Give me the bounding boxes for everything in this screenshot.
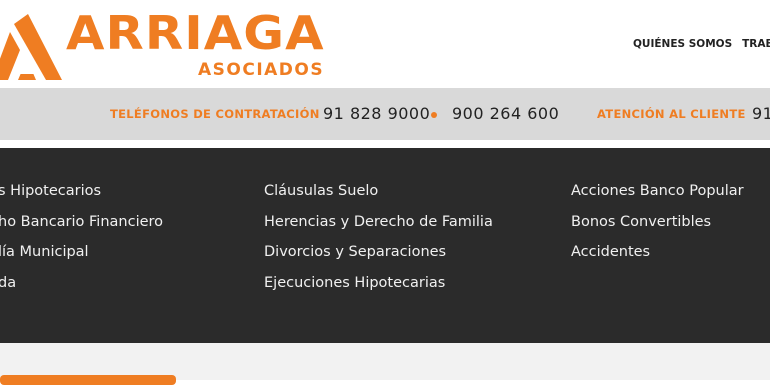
- menu-link-ejecuciones[interactable]: Ejecuciones Hipotecarias: [264, 275, 493, 306]
- customer-service-label: ATENCIÓN AL CLIENTE: [597, 107, 746, 121]
- cta-button[interactable]: [0, 375, 176, 385]
- menu-link-derecho-bancario[interactable]: ho Bancario Financiero: [0, 214, 163, 245]
- contract-phone-1[interactable]: 91 828 9000: [323, 88, 430, 140]
- separator-dot-icon: [431, 112, 437, 118]
- menu-link-vivienda[interactable]: da: [0, 275, 163, 306]
- menu-link-banco-popular[interactable]: Acciones Banco Popular: [571, 183, 744, 214]
- brand-subtitle: ASOCIADOS: [198, 60, 325, 80]
- menu-link-herencias[interactable]: Herencias y Derecho de Familia: [264, 214, 493, 245]
- menu-column-3: Acciones Banco Popular Bonos Convertible…: [571, 183, 744, 275]
- services-menu: s Hipotecarios ho Bancario Financiero lí…: [0, 148, 770, 343]
- site-header: ARRIAGA ASOCIADOS QUIÉNES SOMOS TRABA: [0, 0, 770, 88]
- menu-link-plusvalia-municipal[interactable]: lía Municipal: [0, 244, 163, 275]
- top-navigation: QUIÉNES SOMOS TRABA: [633, 38, 770, 50]
- logo-icon[interactable]: [0, 14, 64, 80]
- menu-link-bonos-convertibles[interactable]: Bonos Convertibles: [571, 214, 744, 245]
- menu-link-gastos-hipotecarios[interactable]: s Hipotecarios: [0, 183, 163, 214]
- menu-link-divorcios[interactable]: Divorcios y Separaciones: [264, 244, 493, 275]
- menu-link-clausulas-suelo[interactable]: Cláusulas Suelo: [264, 183, 493, 214]
- contract-phones-label: TELÉFONOS DE CONTRATACIÓN: [110, 107, 320, 121]
- brand-name[interactable]: ARRIAGA: [66, 10, 325, 56]
- contract-phone-2[interactable]: 900 264 600: [452, 88, 559, 140]
- nav-item-quienes-somos[interactable]: QUIÉNES SOMOS: [633, 38, 732, 50]
- menu-column-2: Cláusulas Suelo Herencias y Derecho de F…: [264, 183, 493, 305]
- menu-column-1: s Hipotecarios ho Bancario Financiero lí…: [0, 183, 163, 305]
- phone-bar: TELÉFONOS DE CONTRATACIÓN 91 828 9000 90…: [0, 88, 770, 140]
- nav-item-trabaja[interactable]: TRABA: [742, 38, 770, 50]
- menu-link-accidentes[interactable]: Accidentes: [571, 244, 744, 275]
- customer-service-phone[interactable]: 91: [752, 88, 770, 140]
